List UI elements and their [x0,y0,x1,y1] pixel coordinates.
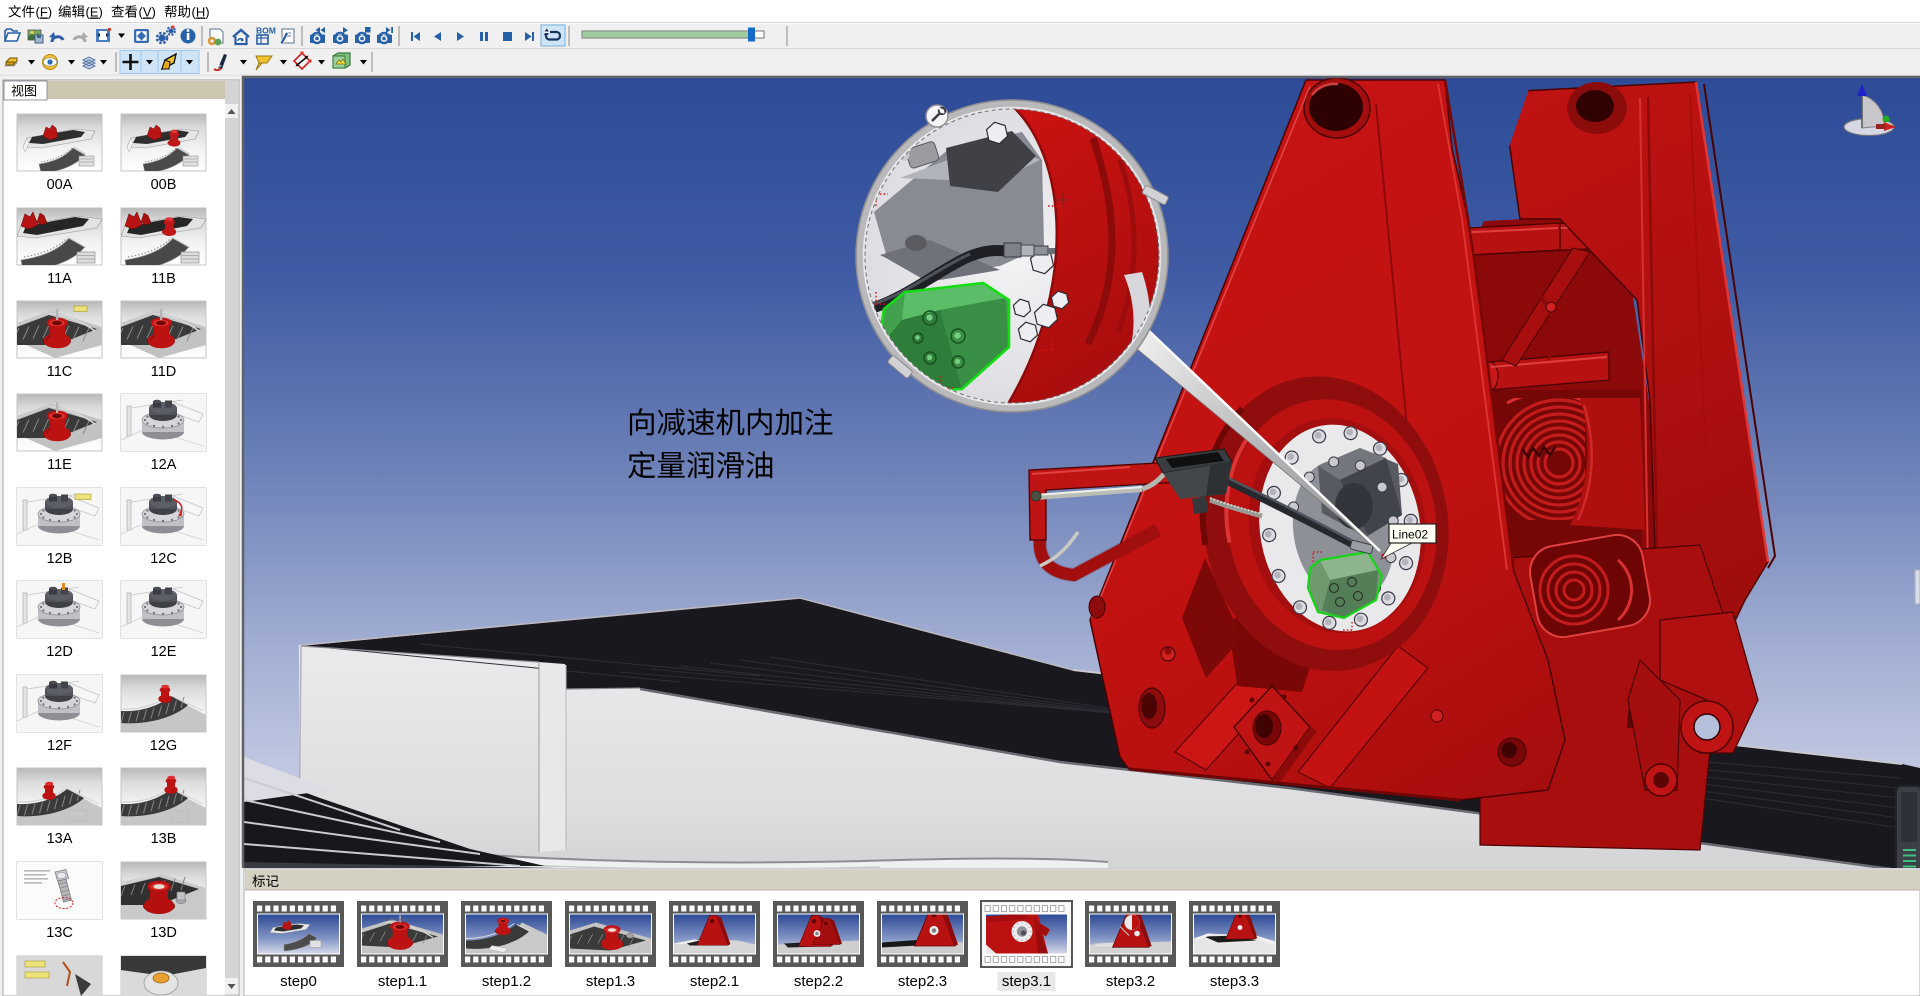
svg-text:(V): (V) [139,5,156,20]
svg-text:(F): (F) [36,5,53,20]
svg-text:12B: 12B [47,551,73,567]
svg-text:11E: 11E [47,457,72,473]
svg-text:step1.3: step1.3 [586,973,635,990]
svg-text:12F: 12F [47,738,72,754]
svg-text:step3.1: step3.1 [1002,973,1051,990]
svg-text:13B: 13B [151,831,177,847]
svg-text:11A: 11A [47,271,72,287]
svg-text:Line02: Line02 [1392,528,1428,542]
svg-text:安装-减速机与回转支承: 安装-减速机与回转支承 [382,918,409,922]
svg-text:13D: 13D [150,925,177,941]
svg-text:12D: 12D [46,644,73,660]
svg-text:11B: 11B [151,271,176,287]
svg-text:step2.1: step2.1 [690,973,739,990]
svg-text:12A: 12A [151,457,177,473]
svg-text:(E): (E) [86,5,103,20]
svg-text:step2.3: step2.3 [898,973,947,990]
svg-text:00A: 00A [47,177,73,193]
svg-text:13C: 13C [46,925,73,941]
svg-text:step0: step0 [280,973,317,990]
svg-text:00B: 00B [151,177,177,193]
svg-text:step1.2: step1.2 [482,973,531,990]
svg-text:13A: 13A [47,831,73,847]
svg-text:12G: 12G [150,738,177,754]
svg-text:12C: 12C [150,551,177,567]
svg-text:step3.3: step3.3 [1210,973,1259,990]
svg-text:12E: 12E [151,644,177,660]
svg-text:step3.2: step3.2 [1106,973,1155,990]
svg-text:11C: 11C [47,364,73,380]
svg-text:BOM: BOM [256,26,276,36]
svg-text:step1.1: step1.1 [378,973,427,990]
svg-text:(H): (H) [192,5,210,20]
svg-text:step2.2: step2.2 [794,973,843,990]
svg-text:11D: 11D [151,364,177,380]
